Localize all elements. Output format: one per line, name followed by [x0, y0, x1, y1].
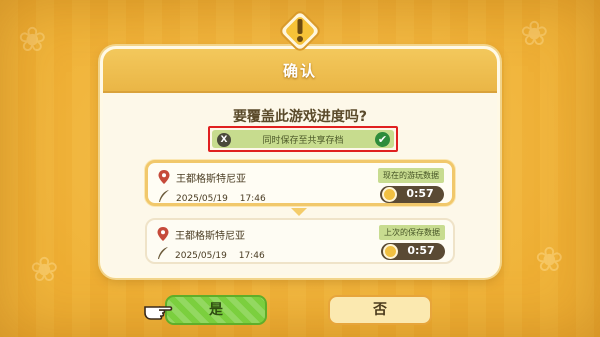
dialog-title: 确认: [282, 62, 317, 80]
down-arrow-icon: [291, 208, 307, 216]
playtime-value: 0:57: [406, 187, 434, 200]
clock-icon: [382, 187, 397, 202]
save-location: 王都格斯特尼亚: [175, 231, 245, 242]
save-datetime: 2025/05/19 17:46: [176, 194, 266, 204]
playtime-value: 0:57: [407, 244, 435, 257]
save-card-previous: 王都格斯特尼亚 2025/05/19 17:46 上次的保存数据 0:57: [145, 218, 455, 264]
x-button-icon: X: [217, 133, 231, 147]
quill-pen-icon: [158, 247, 168, 259]
shared-save-label: 同时保存至共享存档: [262, 136, 344, 146]
background-decoration: ❀: [18, 20, 47, 60]
yes-button[interactable]: 是: [165, 295, 267, 325]
overwrite-question: 要覆盖此游戏进度吗?: [232, 109, 368, 125]
checkmark-icon: ✔: [375, 132, 390, 147]
playtime-badge: 0:57: [380, 186, 444, 203]
playtime-badge: 0:57: [381, 243, 445, 260]
clock-icon: [383, 244, 398, 259]
pointing-hand-icon: [144, 306, 173, 320]
map-pin-icon: [158, 170, 170, 184]
background-decoration: ❀: [30, 250, 59, 290]
background-decoration: ❀: [535, 240, 564, 280]
save-location: 王都格斯特尼亚: [176, 174, 246, 185]
shared-save-highlight[interactable]: X 同时保存至共享存档 ✔: [208, 126, 398, 152]
exclamation-badge-icon: [280, 11, 320, 51]
map-pin-icon: [157, 227, 169, 241]
save-tag: 上次的保存数据: [379, 225, 445, 240]
quill-pen-icon: [159, 190, 169, 202]
save-datetime: 2025/05/19 17:46: [175, 251, 265, 261]
save-card-current: 王都格斯特尼亚 2025/05/19 17:46 现在的游玩数据 0:57: [145, 160, 455, 206]
background-decoration: ❀: [520, 14, 549, 54]
shared-save-toggle[interactable]: X 同时保存至共享存档 ✔: [212, 130, 394, 148]
save-tag: 现在的游玩数据: [378, 168, 444, 183]
no-button[interactable]: 否: [328, 295, 432, 325]
